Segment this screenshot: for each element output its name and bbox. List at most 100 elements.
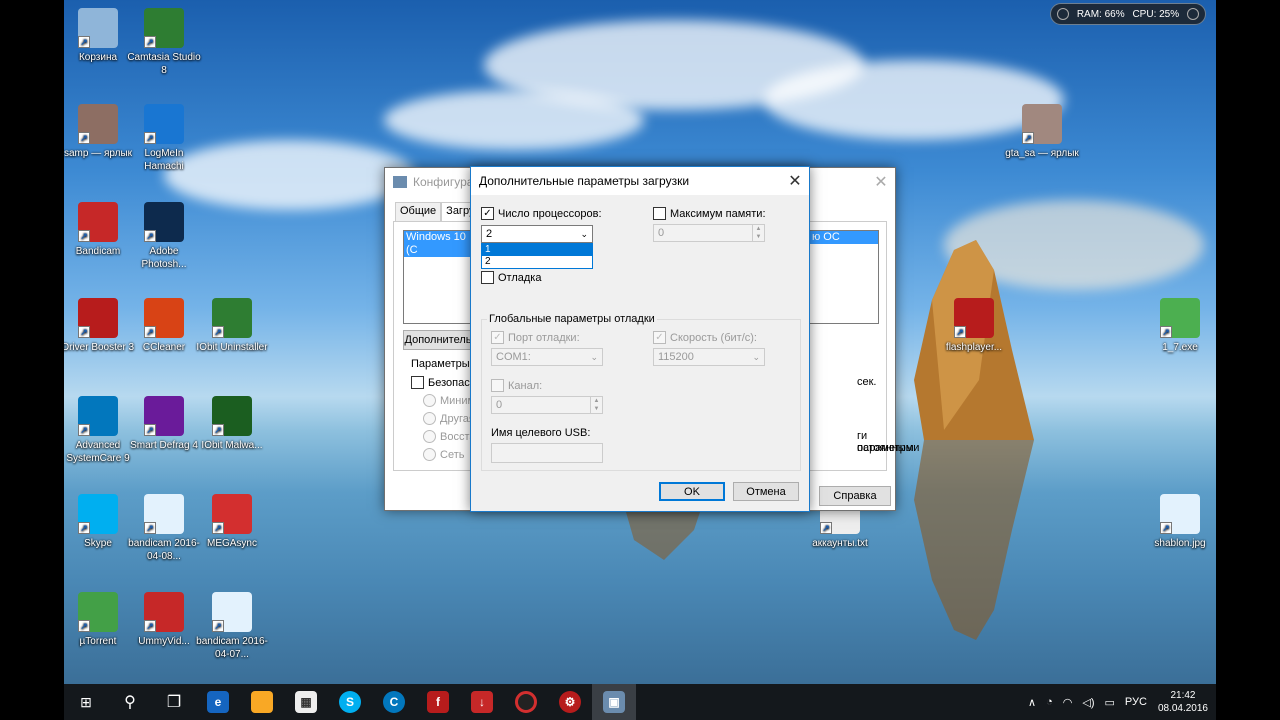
desktop-icon[interactable]: ↗ IObit Malwa... xyxy=(194,396,270,452)
taskbar-edge[interactable]: e xyxy=(196,684,240,720)
shortcut-arrow-icon: ↗ xyxy=(954,326,966,338)
debug-port-checkbox[interactable]: ✓ Порт отладки: xyxy=(491,331,580,344)
image-file-icon: ↗ xyxy=(1160,494,1200,534)
debug-label: Отладка xyxy=(498,271,542,284)
cpu-usage: CPU: 25% xyxy=(1132,8,1180,20)
radio-network-label: Сеть xyxy=(440,448,465,461)
speed-select[interactable]: 115200 ⌄ xyxy=(653,348,765,366)
spinner-icon[interactable]: ▲ ▼ xyxy=(752,225,764,241)
desktop-icon-label: bandicam 2016-04-08... xyxy=(128,538,200,562)
gta-sa-icon: ↗ xyxy=(1022,104,1062,144)
desktop-icon[interactable]: ↗ MEGAsync xyxy=(194,494,270,550)
msconfig-app-icon xyxy=(393,176,407,188)
msconfig-close-icon[interactable]: ✕ xyxy=(867,172,895,192)
radio-other[interactable]: Другая xyxy=(423,412,475,425)
taskbar-explorer[interactable] xyxy=(240,684,284,720)
notification-icon[interactable]: ▭ xyxy=(1105,696,1115,709)
desktop-icon-label: Camtasia Studio 8 xyxy=(127,52,201,76)
num-processors-dropdown[interactable]: 1 2 xyxy=(481,243,593,269)
safe-boot-checkbox[interactable]: Безопасн xyxy=(411,376,476,389)
shortcut-arrow-icon: ↗ xyxy=(78,424,90,436)
network-icon[interactable]: ◔ xyxy=(1046,696,1053,708)
os-entry[interactable]: Windows 10 (C xyxy=(404,231,472,257)
ok-button[interactable]: OK xyxy=(659,482,725,501)
bandicam-icon xyxy=(515,691,537,713)
wifi-icon[interactable]: ◠ xyxy=(1063,696,1073,709)
advanced-options-button[interactable]: Дополнитель xyxy=(403,330,473,350)
desktop-icon[interactable]: ↗ Camtasia Studio 8 xyxy=(126,8,202,77)
volume-icon[interactable]: ◁) xyxy=(1082,696,1094,709)
desktop-icon[interactable]: ↗ Adobe Photosh... xyxy=(126,202,202,271)
debug-port-select[interactable]: COM1: ⌄ xyxy=(491,348,603,366)
desktop-icon[interactable]: ↗ bandicam 2016-04-07... xyxy=(194,592,270,661)
shortcut-arrow-icon: ↗ xyxy=(144,230,156,242)
taskbar-store[interactable]: ▦ xyxy=(284,684,328,720)
taskbar-ummy[interactable]: ↓ xyxy=(460,684,504,720)
meter-expand-icon[interactable] xyxy=(1186,8,1199,20)
taskbar-driver-booster[interactable]: ⚙ xyxy=(548,684,592,720)
debug-checkbox[interactable]: Отладка xyxy=(481,271,541,284)
tab-general[interactable]: Общие xyxy=(395,202,442,222)
num-processors-select[interactable]: 2 ⌄ xyxy=(481,225,593,243)
help-button[interactable]: Справка xyxy=(819,486,891,506)
recycle-bin-icon: ↗ xyxy=(78,8,118,48)
os-list[interactable]: Windows 10 (C xyxy=(403,230,473,324)
desktop-icon[interactable]: ↗ 1_7.exe xyxy=(1142,298,1216,354)
desktop-icon[interactable]: ↗ CCleaner xyxy=(126,298,202,354)
desktop-icon[interactable]: ↗ Smart Defrag 4 xyxy=(126,396,202,452)
desktop-icon[interactable]: ↗ LogMeIn Hamachi xyxy=(126,104,202,173)
dialog-title: Дополнительные параметры загрузки xyxy=(479,174,690,188)
chevron-down-icon: ⌄ xyxy=(590,352,598,362)
taskbar-msconfig[interactable]: ▣ xyxy=(592,684,636,720)
channel-checkbox[interactable]: Канал: xyxy=(491,379,542,392)
clock[interactable]: 21:42 08.04.2016 xyxy=(1158,689,1208,715)
option-1[interactable]: 1 xyxy=(482,244,592,256)
chevron-down-icon: ⌄ xyxy=(580,229,588,239)
samp-icon: ↗ xyxy=(78,104,118,144)
taskbar-systemcare[interactable]: C xyxy=(372,684,416,720)
desktop-icon[interactable]: ↗ UmmyVid... xyxy=(126,592,202,648)
desktop-icon[interactable]: ↗ gta_sa — ярлык xyxy=(1004,104,1080,160)
desktop-icon[interactable]: ↗ IObit Uninstaller xyxy=(194,298,270,354)
shortcut-arrow-icon: ↗ xyxy=(78,36,90,48)
cancel-button[interactable]: Отмена xyxy=(733,482,799,501)
option-2[interactable]: 2 xyxy=(482,256,592,268)
shortcut-arrow-icon: ↗ xyxy=(1022,132,1034,144)
chevron-up-icon[interactable]: ∧ xyxy=(1028,696,1036,709)
desktop-icon[interactable]: ↗ shablon.jpg xyxy=(1142,494,1216,550)
language-indicator[interactable]: РУС xyxy=(1125,696,1147,708)
taskbar-bandicam[interactable] xyxy=(504,684,548,720)
desktop-icon-label: UmmyVid... xyxy=(138,636,190,647)
radio-network[interactable]: Сеть xyxy=(423,448,464,461)
desktop-icon[interactable]: ↗ bandicam 2016-04-08... xyxy=(126,494,202,563)
edge-icon: e xyxy=(207,691,229,713)
start-button[interactable]: ⊞ xyxy=(64,684,108,720)
channel-field[interactable]: 0 ▲ ▼ xyxy=(491,396,603,414)
msconfig-tabs: Общие Загру xyxy=(395,202,480,222)
skype-icon: ↗ xyxy=(78,494,118,534)
max-memory-checkbox[interactable]: Максимум памяти: xyxy=(653,207,766,220)
search-button[interactable]: ⚲ xyxy=(108,684,152,720)
spinner-icon[interactable]: ▲ ▼ xyxy=(590,397,602,413)
dialog-close-icon[interactable]: ✕ xyxy=(781,171,809,191)
desktop-icon[interactable]: ↗ flashplayer... xyxy=(936,298,1012,354)
shortcut-arrow-icon: ↗ xyxy=(78,620,90,632)
task-view-button[interactable]: ❐ xyxy=(152,684,196,720)
taskbar-flash[interactable]: f xyxy=(416,684,460,720)
speed-checkbox[interactable]: ✓ Скорость (бит/с): xyxy=(653,331,757,344)
shortcut-arrow-icon: ↗ xyxy=(78,522,90,534)
usb-field[interactable] xyxy=(491,443,603,463)
radio-minimal[interactable]: Миним xyxy=(423,394,475,407)
num-processors-checkbox[interactable]: ✓ Число процессоров: xyxy=(481,207,602,220)
num-processors-value: 2 xyxy=(486,228,493,240)
rock-reflection xyxy=(914,440,1034,640)
ummy-video-icon: ↓ xyxy=(471,691,493,713)
photoshop-icon: ↗ xyxy=(144,202,184,242)
check-icon: ✓ xyxy=(481,207,494,220)
resource-meter[interactable]: RAM: 66% CPU: 25% xyxy=(1050,3,1206,25)
max-memory-field[interactable]: 0 ▲ ▼ xyxy=(653,224,765,242)
desktop-icon-label: CCleaner xyxy=(142,342,186,353)
bandicam-icon: ↗ xyxy=(78,202,118,242)
taskbar-skype[interactable]: S xyxy=(328,684,372,720)
iobit-malware-icon: ↗ xyxy=(212,396,252,436)
